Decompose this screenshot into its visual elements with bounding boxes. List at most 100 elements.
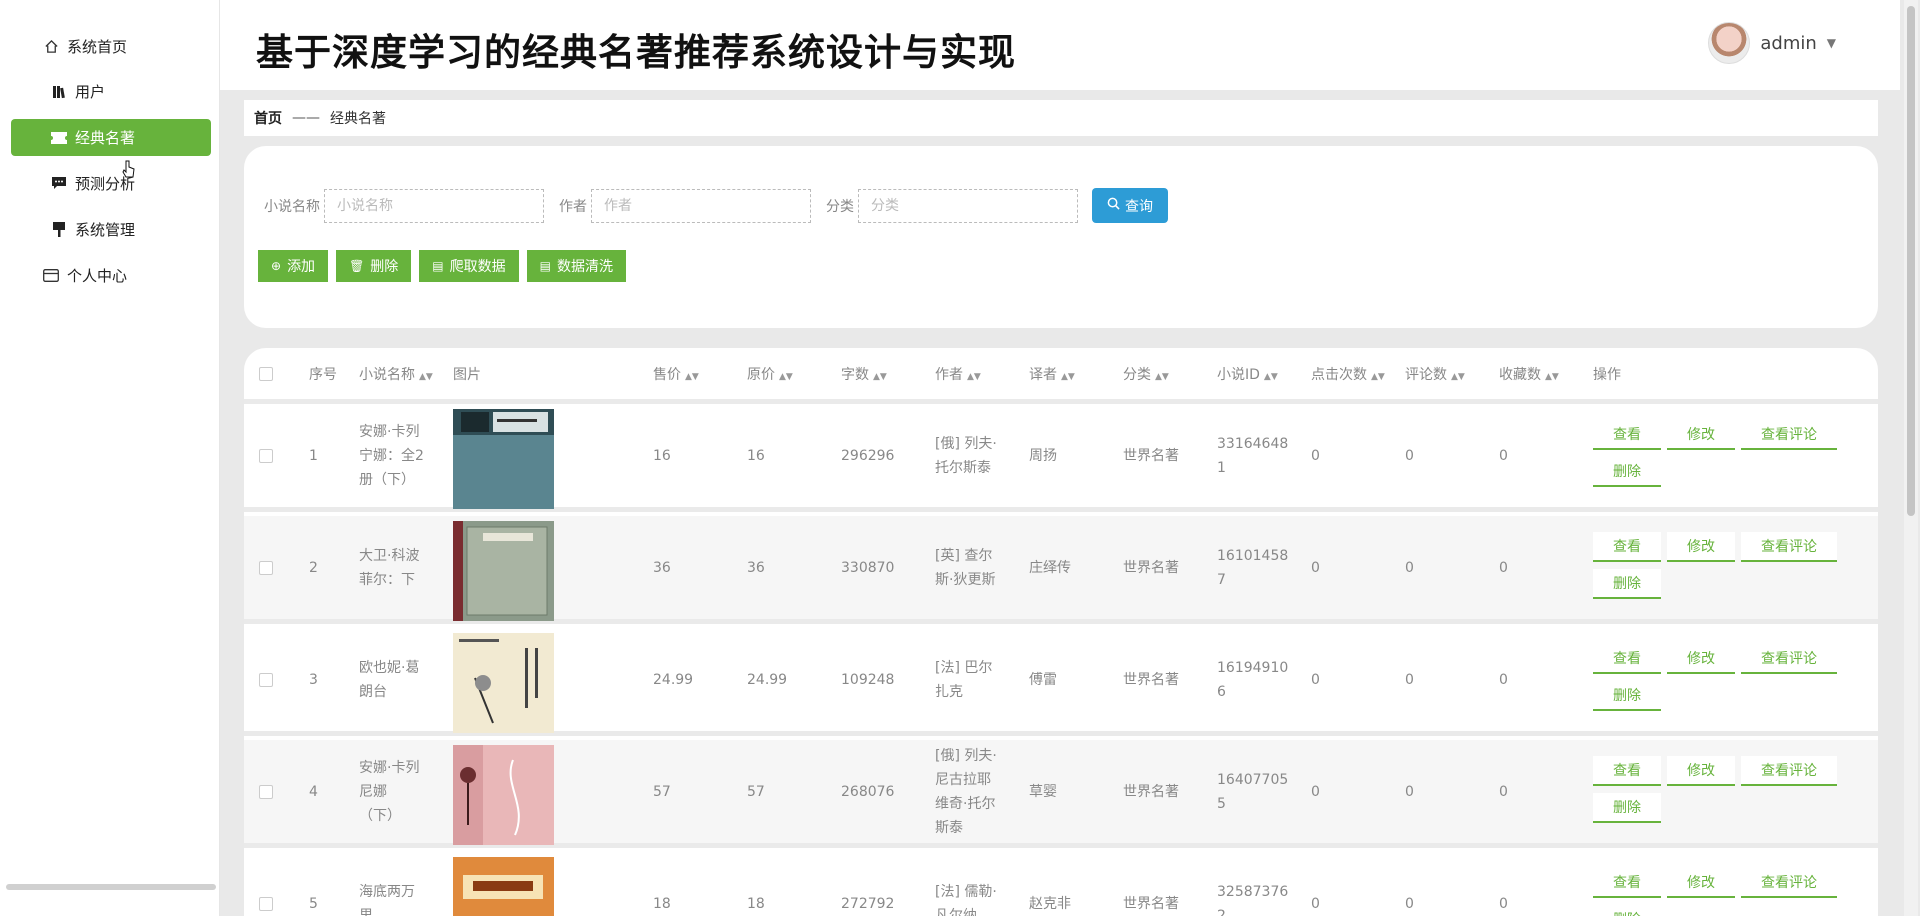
row-checkbox[interactable] <box>259 672 273 687</box>
sidebar-item-system[interactable]: 系统管理 <box>11 211 211 248</box>
cell-clicks: 0 <box>1311 447 1320 464</box>
header-comments[interactable]: 评论数 ▲▼ <box>1405 364 1465 384</box>
cell-novel-id: 32587376 2 <box>1217 880 1288 916</box>
header-favorites[interactable]: 收藏数 ▲▼ <box>1499 364 1559 384</box>
page-scrollbar-thumb[interactable] <box>1907 6 1915 516</box>
name-label: 小说名称 <box>264 199 320 215</box>
book-cover-image <box>453 633 554 733</box>
header-name[interactable]: 小说名称 ▲▼ <box>359 364 433 384</box>
header-original-price[interactable]: 原价 ▲▼ <box>747 364 793 384</box>
sidebar-scrollbar[interactable] <box>6 884 216 890</box>
cell-favorites: 0 <box>1499 559 1508 576</box>
category-label: 分类 <box>826 199 854 215</box>
sidebar-item-analysis[interactable]: 预测分析 <box>11 165 211 202</box>
user-menu[interactable]: admin ▼ <box>1708 22 1836 64</box>
user-name[interactable]: admin <box>1760 33 1816 54</box>
cell-translator: 草婴 <box>1029 783 1057 800</box>
header-words-label: 字数 <box>841 366 869 383</box>
cell-translator: 庄绎传 <box>1029 559 1071 576</box>
view-comments-button[interactable]: 查看评论 <box>1741 756 1837 786</box>
view-comments-button[interactable]: 查看评论 <box>1741 868 1837 898</box>
query-label: 查询 <box>1125 198 1153 215</box>
view-button[interactable]: 查看 <box>1593 756 1661 786</box>
row-checkbox[interactable] <box>259 560 273 575</box>
edit-button[interactable]: 修改 <box>1667 532 1735 562</box>
cell-author: [法] 巴尔 扎克 <box>935 656 992 704</box>
header-price[interactable]: 售价 ▲▼ <box>653 364 699 384</box>
delete-row-button[interactable]: 删除 <box>1593 681 1661 711</box>
row-checkbox[interactable] <box>259 448 273 463</box>
cell-author-line: [法] 儒勒· <box>935 883 997 900</box>
sort-icon[interactable]: ▲▼ <box>1545 372 1559 382</box>
edit-button[interactable]: 修改 <box>1667 756 1735 786</box>
cell-category: 世界名著 <box>1123 447 1179 464</box>
view-comments-button[interactable]: 查看评论 <box>1741 420 1837 450</box>
cell-words: 330870 <box>841 559 895 576</box>
cell-words: 109248 <box>841 671 895 688</box>
avatar[interactable] <box>1708 22 1751 64</box>
cell-original-price: 18 <box>747 895 765 912</box>
header-clicks[interactable]: 点击次数 ▲▼ <box>1311 364 1385 384</box>
header-favorites-label: 收藏数 <box>1499 366 1541 383</box>
clean-label: 数据清洗 <box>556 259 613 275</box>
sort-icon[interactable]: ▲▼ <box>1155 372 1169 382</box>
header-author[interactable]: 作者 ▲▼ <box>935 364 981 384</box>
sidebar-item-profile[interactable]: 个人中心 <box>11 257 211 294</box>
sidebar-item-users[interactable]: 用户 <box>11 73 211 110</box>
view-comments-button[interactable]: 查看评论 <box>1741 644 1837 674</box>
delete-row-button[interactable]: 删除 <box>1593 457 1661 487</box>
breadcrumb-home[interactable]: 首页 <box>254 108 282 128</box>
sidebar-item-classics[interactable]: 经典名著 <box>11 119 211 156</box>
sort-icon[interactable]: ▲▼ <box>779 372 793 382</box>
sort-icon[interactable]: ▲▼ <box>967 372 981 382</box>
sort-icon[interactable]: ▲▼ <box>419 372 433 382</box>
name-field: 小说名称 <box>264 189 544 223</box>
chevron-down-icon[interactable]: ▼ <box>1827 36 1836 50</box>
add-label: 添加 <box>287 259 316 275</box>
page-scrollbar[interactable] <box>1904 0 1918 916</box>
header-translator[interactable]: 译者 ▲▼ <box>1029 364 1075 384</box>
view-button[interactable]: 查看 <box>1593 868 1661 898</box>
query-button[interactable]: 查询 <box>1092 188 1168 223</box>
crawl-button[interactable]: ▤ 爬取数据 <box>419 250 519 282</box>
sort-icon[interactable]: ▲▼ <box>1451 372 1465 382</box>
book-cover-image <box>453 745 554 845</box>
sort-icon[interactable]: ▲▼ <box>1264 372 1278 382</box>
edit-button[interactable]: 修改 <box>1667 868 1735 898</box>
delete-button[interactable]: 🗑 删除 <box>336 250 412 282</box>
edit-button[interactable]: 修改 <box>1667 420 1735 450</box>
delete-row-button[interactable]: 删除 <box>1593 905 1661 916</box>
header-price-label: 售价 <box>653 366 681 383</box>
header-category[interactable]: 分类 ▲▼ <box>1123 364 1169 384</box>
cell-index: 5 <box>309 895 318 912</box>
sort-icon[interactable]: ▲▼ <box>685 372 699 382</box>
row-checkbox[interactable] <box>259 784 273 799</box>
view-button[interactable]: 查看 <box>1593 644 1661 674</box>
sidebar-item-home[interactable]: 系统首页 <box>11 28 211 65</box>
view-button[interactable]: 查看 <box>1593 420 1661 450</box>
category-search-input[interactable] <box>858 189 1078 223</box>
home-icon <box>43 39 59 55</box>
sort-icon[interactable]: ▲▼ <box>1061 372 1075 382</box>
cell-author-line: [俄] 列夫· <box>935 747 997 764</box>
view-comments-button[interactable]: 查看评论 <box>1741 532 1837 562</box>
name-search-input[interactable] <box>324 189 544 223</box>
edit-button[interactable]: 修改 <box>1667 644 1735 674</box>
header-novel-id[interactable]: 小说ID ▲▼ <box>1217 364 1278 384</box>
row-checkbox[interactable] <box>259 896 273 911</box>
delete-row-button[interactable]: 删除 <box>1593 569 1661 599</box>
sidebar: 系统首页 用户 经典名著 预测分析 系统管理 个人中心 <box>0 0 220 916</box>
category-field: 分类 <box>826 189 1078 223</box>
cell-category: 世界名著 <box>1123 671 1179 688</box>
table-row: 5 海底两万里 18 18 272792 [法] 儒勒· 凡尔纳 赵克非 世界名著… <box>244 852 1878 916</box>
delete-row-button[interactable]: 删除 <box>1593 793 1661 823</box>
header-words[interactable]: 字数 ▲▼ <box>841 364 887 384</box>
view-button[interactable]: 查看 <box>1593 532 1661 562</box>
cell-name-line: 菲尔：下 <box>359 571 415 588</box>
author-search-input[interactable] <box>591 189 811 223</box>
add-button[interactable]: ⊕ 添加 <box>258 250 329 282</box>
sort-icon[interactable]: ▲▼ <box>1371 372 1385 382</box>
clean-button[interactable]: ▤ 数据清洗 <box>526 250 626 282</box>
sort-icon[interactable]: ▲▼ <box>873 372 887 382</box>
select-all-checkbox[interactable] <box>259 366 273 381</box>
